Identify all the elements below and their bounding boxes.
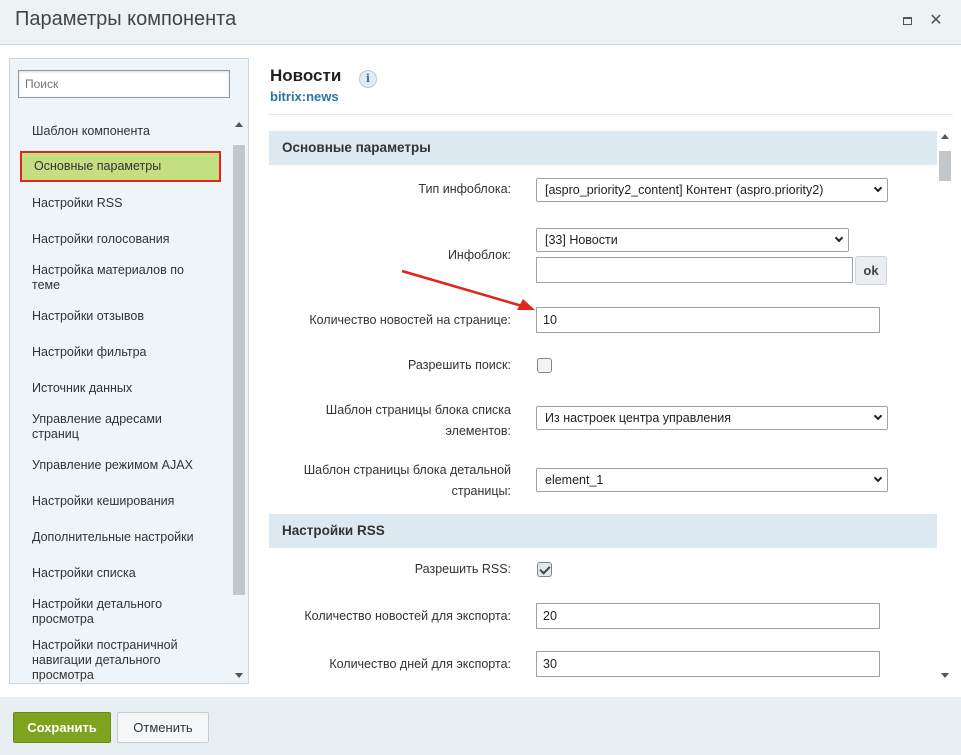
dialog-body: Шаблон компонента Основные параметры Нас… (0, 45, 961, 697)
allow-rss-checkbox[interactable] (537, 562, 552, 577)
allow-search-checkbox[interactable] (537, 358, 552, 373)
sidebar-item-reviews[interactable]: Настройки отзывов (32, 309, 212, 324)
params-form: Основные параметры Тип инфоблока: [aspro… (269, 131, 937, 683)
chevron-down-icon (873, 183, 883, 193)
list-template-select[interactable]: Из настроек центра управления (536, 406, 888, 430)
sidebar-list: Шаблон компонента Основные параметры Нас… (10, 115, 232, 683)
chevron-down-icon (873, 411, 883, 421)
ok-button[interactable]: ok (855, 256, 887, 285)
section-rss: Настройки RSS (269, 514, 937, 548)
sidebar-item-main-params[interactable]: Основные параметры (20, 151, 221, 182)
sidebar-item-rss[interactable]: Настройки RSS (32, 196, 212, 211)
scrollbar-thumb[interactable] (939, 151, 951, 181)
detail-template-value: element_1 (545, 473, 604, 487)
save-button[interactable]: Сохранить (13, 712, 111, 743)
scroll-up-icon[interactable] (941, 134, 949, 139)
main-scrollbar[interactable] (937, 131, 953, 683)
chevron-down-icon (834, 233, 844, 243)
component-title: Новости (270, 66, 342, 85)
scroll-up-icon[interactable] (235, 122, 243, 127)
iblock-label: Инфоблок: (447, 248, 511, 262)
list-template-label: Шаблон страницы блока списка элементов: (325, 403, 511, 438)
scrollbar-thumb[interactable] (233, 145, 245, 595)
sidebar-item-related[interactable]: Настройка материалов по теме (32, 263, 212, 293)
cancel-button[interactable]: Отменить (117, 712, 209, 743)
iblock-type-select[interactable]: [aspro_priority2_content] Контент (aspro… (536, 178, 888, 202)
maximize-icon[interactable] (900, 13, 916, 29)
sidebar-scrollbar[interactable] (232, 115, 246, 683)
sidebar-item-cache[interactable]: Настройки кеширования (32, 494, 212, 509)
iblock-select[interactable]: [33] Новости (536, 228, 849, 252)
export-count-label: Количество новостей для экспорта: (304, 609, 511, 623)
scroll-down-icon[interactable] (235, 673, 243, 678)
close-icon[interactable]: ✕ (928, 13, 944, 29)
sidebar-item-detail[interactable]: Настройки детального просмотра (32, 597, 212, 627)
section-main-params: Основные параметры (269, 131, 937, 165)
sidebar-item-voting[interactable]: Настройки голосования (32, 232, 212, 247)
export-days-input[interactable] (536, 651, 880, 677)
annotation-arrow-icon (401, 269, 535, 310)
sidebar-item-additional[interactable]: Дополнительные настройки (32, 530, 212, 545)
iblock-type-label: Тип инфоблока: (418, 182, 511, 196)
detail-template-label: Шаблон страницы блока детальной страницы… (303, 463, 511, 498)
sidebar: Шаблон компонента Основные параметры Нас… (9, 58, 249, 684)
scroll-down-icon[interactable] (941, 673, 949, 678)
chevron-down-icon (873, 473, 883, 483)
search-input[interactable] (18, 70, 230, 98)
detail-template-select[interactable]: element_1 (536, 468, 888, 492)
news-count-input[interactable] (536, 307, 880, 333)
sidebar-item-detail-pager[interactable]: Настройки постраничной навигации детальн… (32, 638, 212, 683)
sidebar-item-urls[interactable]: Управление адресами страниц (32, 412, 212, 442)
component-code: bitrix:news (270, 89, 339, 104)
sidebar-item-component-template[interactable]: Шаблон компонента (32, 124, 212, 139)
sidebar-item-ajax[interactable]: Управление режимом AJAX (32, 458, 212, 473)
iblock-value: [33] Новости (545, 233, 618, 247)
export-days-label: Количество дней для экспорта: (329, 657, 511, 671)
list-template-value: Из настроек центра управления (545, 411, 731, 425)
iblock-type-value: [aspro_priority2_content] Контент (aspro… (545, 183, 824, 197)
dialog-titlebar: Параметры компонента ✕ (0, 0, 961, 45)
sidebar-item-list[interactable]: Настройки списка (32, 566, 212, 581)
allow-search-label: Разрешить поиск: (408, 358, 511, 372)
iblock-extra-input[interactable] (536, 257, 853, 283)
sidebar-item-filter[interactable]: Настройки фильтра (32, 345, 212, 360)
dialog-footer: Сохранить Отменить (0, 697, 961, 755)
divider (268, 114, 953, 115)
dialog-title: Параметры компонента (15, 8, 237, 30)
sidebar-item-data-source[interactable]: Источник данных (32, 381, 212, 396)
info-icon[interactable]: i (359, 70, 377, 88)
allow-rss-label: Разрешить RSS: (414, 562, 511, 576)
export-count-input[interactable] (536, 603, 880, 629)
